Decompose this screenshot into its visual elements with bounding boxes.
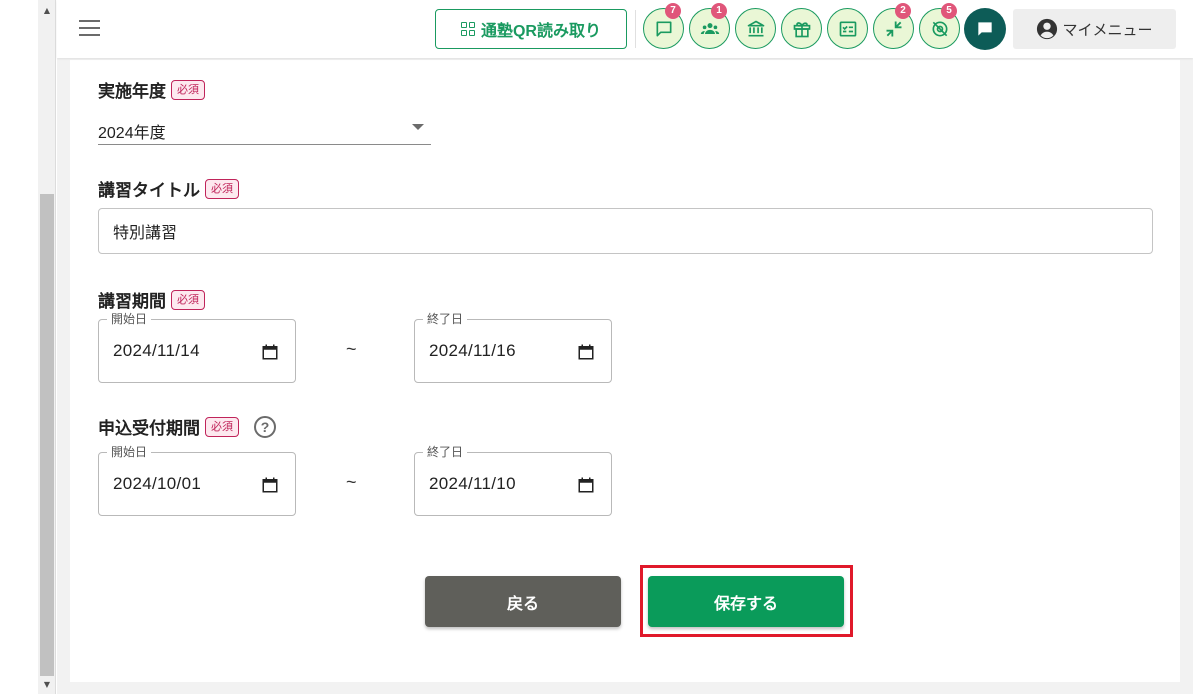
bank-icon <box>747 20 764 36</box>
scroll-down-arrow[interactable]: ▼ <box>38 676 56 692</box>
chat-icon <box>978 22 992 36</box>
required-badge: 必須 <box>171 79 205 100</box>
qr-scan-button[interactable]: 通塾QR読み取り <box>435 9 627 49</box>
checklist-button[interactable] <box>827 8 868 49</box>
location-off-icon <box>932 21 947 36</box>
my-menu-label: マイメニュー <box>1062 21 1153 39</box>
application-end-date-value: 2024/11/10 <box>429 474 516 493</box>
dropdown-arrow-icon <box>412 124 424 130</box>
application-end-date-field[interactable]: 終了日 2024/11/10 <box>414 444 612 516</box>
group-icon <box>700 22 719 34</box>
application-period-label-row: 申込受付期間 必須 ? <box>98 414 276 439</box>
no-location-badge: 5 <box>941 3 957 19</box>
course-end-date-value: 2024/11/16 <box>429 341 516 360</box>
end-date-legend: 終了日 <box>423 444 468 460</box>
compress-icon <box>886 21 901 36</box>
year-select-value: 2024年度 <box>98 125 166 142</box>
qr-scan-label: 通塾QR読み取り <box>480 23 601 40</box>
chat-button[interactable] <box>964 8 1006 50</box>
message-button[interactable]: 7 <box>643 3 684 49</box>
gift-icon <box>793 21 810 37</box>
start-date-legend: 開始日 <box>107 444 152 460</box>
date-range-separator: ~ <box>346 339 357 359</box>
course-start-date-field[interactable]: 開始日 2024/11/14 <box>98 311 296 383</box>
year-label: 実施年度 <box>98 82 166 101</box>
message-badge: 7 <box>665 3 681 19</box>
no-location-button[interactable]: 5 <box>919 3 960 49</box>
bank-button[interactable] <box>735 8 776 49</box>
calendar-icon[interactable] <box>261 476 279 494</box>
compress-button[interactable]: 2 <box>873 3 914 49</box>
hamburger-menu-icon[interactable] <box>78 17 102 39</box>
title-label: 講習タイトル <box>98 181 200 200</box>
account-circle-icon <box>1037 18 1058 40</box>
top-header: 通塾QR読み取り 7 1 2 5 マイメニュー <box>57 0 1193 58</box>
course-end-date-field[interactable]: 終了日 2024/11/16 <box>414 311 612 383</box>
year-select[interactable]: 2024年度 <box>98 114 431 145</box>
year-label-row: 実施年度 必須 <box>98 77 205 102</box>
course-period-label-row: 講習期間 必須 <box>98 287 205 312</box>
end-date-legend: 終了日 <box>423 311 468 327</box>
title-input[interactable] <box>98 208 1153 254</box>
scroll-thumb[interactable] <box>40 194 54 676</box>
help-icon[interactable]: ? <box>254 415 276 438</box>
calendar-icon[interactable] <box>577 476 595 494</box>
gift-button[interactable] <box>781 8 822 49</box>
group-button[interactable]: 1 <box>689 3 730 49</box>
my-menu-button[interactable]: マイメニュー <box>1013 9 1176 49</box>
required-badge: 必須 <box>205 416 239 437</box>
calendar-icon[interactable] <box>261 343 279 361</box>
application-period-label: 申込受付期間 <box>98 419 200 438</box>
scroll-up-arrow[interactable]: ▲ <box>38 2 56 18</box>
compress-badge: 2 <box>895 3 911 19</box>
header-divider <box>635 10 636 48</box>
qr-code-icon <box>460 22 475 36</box>
save-button[interactable]: 保存する <box>648 576 844 627</box>
message-icon <box>656 21 671 37</box>
course-period-label: 講習期間 <box>98 292 166 311</box>
vertical-scrollbar[interactable]: ▲ ▼ <box>38 0 56 694</box>
checklist-icon <box>839 21 856 36</box>
required-badge: 必須 <box>205 178 239 199</box>
application-start-date-field[interactable]: 開始日 2024/10/01 <box>98 444 296 516</box>
start-date-legend: 開始日 <box>107 311 152 327</box>
group-badge: 1 <box>711 3 727 19</box>
back-button[interactable]: 戻る <box>425 576 621 627</box>
application-start-date-value: 2024/10/01 <box>113 474 202 493</box>
course-start-date-value: 2024/11/14 <box>113 341 200 360</box>
required-badge: 必須 <box>171 289 205 310</box>
date-range-separator: ~ <box>346 472 357 492</box>
title-label-row: 講習タイトル 必須 <box>98 176 239 201</box>
calendar-icon[interactable] <box>577 343 595 361</box>
